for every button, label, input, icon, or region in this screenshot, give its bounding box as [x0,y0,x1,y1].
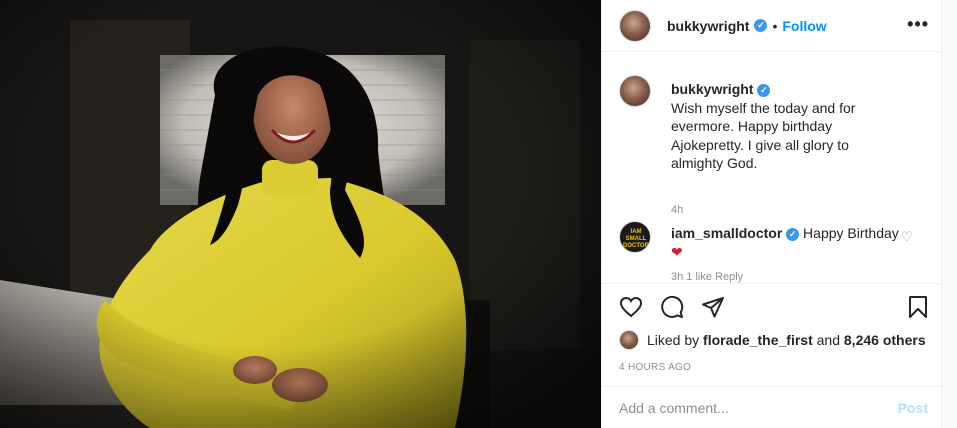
verified-badge-icon: ✓ [786,227,800,241]
woman-in-yellow-photo [0,0,601,428]
post-actions [602,283,942,327]
comment-like-heart-icon[interactable]: ♡ [901,229,913,245]
author-avatar[interactable] [619,9,651,42]
likes-and: and [816,332,840,348]
share-paper-plane-icon[interactable] [701,295,725,319]
caption-body: bukkywright ✓ Wish myself the today and … [671,80,901,173]
comment-body: iam_smalldoctor ✓ Happy Birthday ❤ [671,224,901,261]
red-heart-emoji-icon: ❤ [671,243,683,260]
separator-dot: • [772,17,778,34]
liker-username[interactable]: florade_the_first [703,332,813,348]
commenter-avatar-logo: IAM SMALL DOCTOR [623,229,649,249]
verified-badge-icon: ✓ [754,19,768,32]
post-sidebar: bukkywright ✓ • Follow ••• bukkywright ✓… [601,0,942,428]
likes-count[interactable]: 8,246 others [844,332,926,348]
caption-username[interactable]: bukkywright [671,81,753,97]
caption-time[interactable]: 4h [671,204,683,216]
likes-summary: Liked by florade_the_first and 8,246 oth… [619,330,939,350]
add-comment-form: Add a comment... Post [602,386,942,428]
comment-input[interactable]: Add a comment... [619,400,898,416]
post-header: bukkywright ✓ • Follow ••• [602,0,942,52]
comment-bubble-icon[interactable] [660,295,684,319]
save-bookmark-icon[interactable] [906,295,930,319]
comment-meta[interactable]: 3h 1 like Reply [671,271,743,283]
likes-prefix: Liked by [647,332,700,348]
author-username[interactable]: bukkywright [667,18,749,34]
comments-list[interactable]: bukkywright ✓ Wish myself the today and … [602,53,942,283]
commenter-avatar[interactable]: IAM SMALL DOCTOR [619,221,651,253]
verified-badge-icon: ✓ [757,83,771,97]
like-heart-icon[interactable] [619,295,643,319]
comment-username[interactable]: iam_smalldoctor [671,225,782,241]
liker-avatar[interactable] [619,330,639,350]
comment-text: Happy Birthday [803,225,899,241]
post-comment-button[interactable]: Post [898,400,928,416]
more-options-icon[interactable]: ••• [907,14,929,35]
post-photo[interactable] [0,0,601,428]
caption-text: Wish myself the today and for evermore. … [671,99,856,172]
caption-author-avatar[interactable] [619,75,651,107]
post-timestamp[interactable]: 4 HOURS AGO [619,362,691,373]
page-gutter [942,0,957,428]
follow-button[interactable]: Follow [782,18,826,34]
